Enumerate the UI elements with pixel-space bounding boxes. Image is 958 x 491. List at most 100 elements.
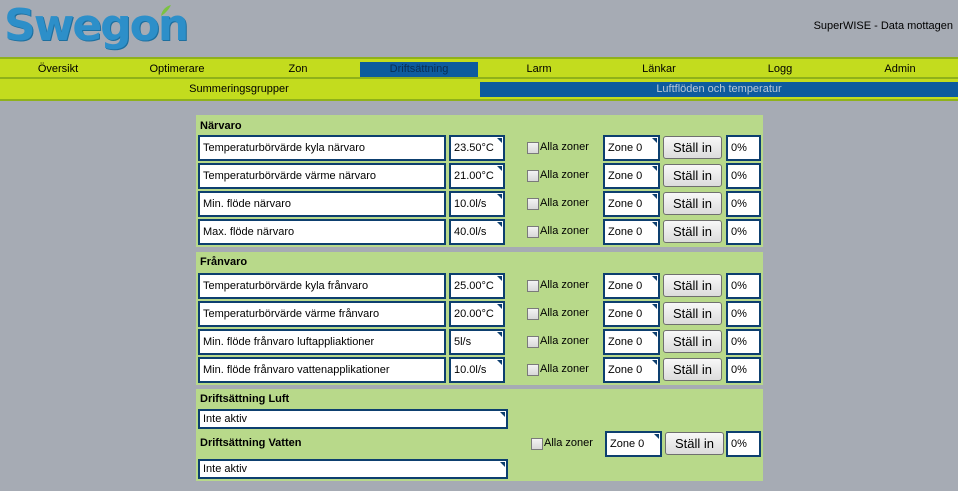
dropdown-corner-icon: [652, 360, 657, 365]
nav-admin[interactable]: Admin: [842, 62, 958, 77]
narvaro-panel: Närvaro Temperaturbörvärde kyla närvaro 2…: [196, 115, 763, 247]
subnav-luftfloden[interactable]: Luftflöden och temperatur: [480, 82, 958, 97]
alla-zoner-checkbox[interactable]: [527, 364, 539, 376]
subnav-summeringsgrupper[interactable]: Summeringsgrupper: [0, 82, 478, 97]
dropdown-corner-icon: [497, 360, 502, 365]
param-value-select[interactable]: 21.00°C: [449, 163, 505, 189]
param-row: Temperaturbörvärde värme närvaro 21.00°C A…: [196, 163, 763, 189]
zone-select[interactable]: Zone 0: [603, 357, 660, 383]
zone-select[interactable]: Zone 0: [603, 329, 660, 355]
nav-oversikt[interactable]: Översikt: [0, 62, 116, 77]
alla-zoner-checkbox[interactable]: [531, 438, 543, 450]
dropdown-corner-icon: [497, 332, 502, 337]
pct-field: 0%: [726, 431, 761, 457]
zone-value: Zone 0: [610, 438, 645, 450]
stall-in-button[interactable]: Ställ in: [663, 220, 722, 243]
nav-logg[interactable]: Logg: [720, 62, 840, 77]
param-value-select[interactable]: 25.00°C: [449, 273, 505, 299]
zone-value: Zone 0: [608, 170, 643, 182]
stall-in-button[interactable]: Ställ in: [665, 432, 724, 455]
alla-zoner-label: Alla zoner: [540, 307, 589, 319]
vatten-controls: Alla zoner Zone 0 Ställ in 0%: [196, 431, 763, 457]
main-nav: Översikt Optimerare Zon Driftsättning La…: [0, 57, 958, 79]
stall-in-button[interactable]: Ställ in: [663, 136, 722, 159]
status-text: SuperWISE - Data mottagen: [813, 20, 953, 32]
stall-in-button[interactable]: Ställ in: [663, 302, 722, 325]
param-value-select[interactable]: 10.0l/s: [449, 191, 505, 217]
stall-in-button[interactable]: Ställ in: [663, 358, 722, 381]
dropdown-corner-icon: [652, 304, 657, 309]
zone-select[interactable]: Zone 0: [603, 273, 660, 299]
param-value: 10.0l/s: [454, 198, 487, 210]
param-value: 5l/s: [454, 336, 472, 348]
zone-value: Zone 0: [608, 198, 643, 210]
alla-zoner-checkbox[interactable]: [527, 336, 539, 348]
param-row: Max. flöde närvaro 40.0l/s Alla zoner Zone …: [196, 219, 763, 245]
pct-field: 0%: [726, 301, 761, 327]
param-value-select[interactable]: 23.50°C: [449, 135, 505, 161]
dropdown-corner-icon: [497, 276, 502, 281]
nav-lankar[interactable]: Länkar: [600, 62, 718, 77]
dropdown-corner-icon: [652, 276, 657, 281]
alla-zoner-label: Alla zoner: [540, 225, 589, 237]
zone-select[interactable]: Zone 0: [605, 431, 662, 457]
param-row: Min. flöde frånvaro vattenapplikationer 1…: [196, 357, 763, 383]
zone-select[interactable]: Zone 0: [603, 163, 660, 189]
dropdown-corner-icon: [500, 412, 505, 417]
param-value: 23.50°C: [454, 142, 494, 154]
alla-zoner-checkbox[interactable]: [527, 308, 539, 320]
param-value: 10.0l/s: [454, 364, 487, 376]
commissioning-panel: Driftsättning Luft Inte aktiv Driftsättn…: [196, 389, 763, 481]
stall-in-button[interactable]: Ställ in: [663, 330, 722, 353]
alla-zoner-checkbox[interactable]: [527, 226, 539, 238]
pct-field: 0%: [726, 357, 761, 383]
driftsattning-luft-value: Inte aktiv: [203, 413, 248, 425]
param-value-select[interactable]: 5l/s: [449, 329, 505, 355]
dropdown-corner-icon: [652, 194, 657, 199]
pct-field: 0%: [726, 329, 761, 355]
nav-optimerare[interactable]: Optimerare: [118, 62, 236, 77]
zone-select[interactable]: Zone 0: [603, 135, 660, 161]
driftsattning-luft-select[interactable]: Inte aktiv: [198, 409, 508, 429]
driftsattning-vatten-select[interactable]: Inte aktiv: [198, 459, 508, 479]
leaf-icon: [161, 5, 171, 16]
alla-zoner-checkbox[interactable]: [527, 142, 539, 154]
nav-driftsattning[interactable]: Driftsättning: [360, 62, 478, 77]
driftsattning-luft-title: Driftsättning Luft: [200, 393, 290, 405]
param-label: Min. flöde frånvaro vattenapplikationer: [198, 357, 446, 383]
param-row: Temperaturbörvärde värme frånvaro 20.00°C…: [196, 301, 763, 327]
alla-zoner-label: Alla zoner: [540, 141, 589, 153]
zone-select[interactable]: Zone 0: [603, 301, 660, 327]
alla-zoner-checkbox[interactable]: [527, 170, 539, 182]
dropdown-corner-icon: [652, 332, 657, 337]
param-value-select[interactable]: 10.0l/s: [449, 357, 505, 383]
alla-zoner-label: Alla zoner: [544, 437, 593, 449]
stall-in-button[interactable]: Ställ in: [663, 164, 722, 187]
pct-field: 0%: [726, 163, 761, 189]
dropdown-corner-icon: [497, 304, 502, 309]
zone-select[interactable]: Zone 0: [603, 219, 660, 245]
param-value: 20.00°C: [454, 308, 494, 320]
pct-field: 0%: [726, 219, 761, 245]
param-value-select[interactable]: 40.0l/s: [449, 219, 505, 245]
dropdown-corner-icon: [652, 222, 657, 227]
nav-zon[interactable]: Zon: [238, 62, 358, 77]
param-row: Min. flöde frånvaro luftappliaktioner 5l/…: [196, 329, 763, 355]
stall-in-button[interactable]: Ställ in: [663, 274, 722, 297]
param-value-select[interactable]: 20.00°C: [449, 301, 505, 327]
param-label: Min. flöde närvaro: [198, 191, 446, 217]
alla-zoner-label: Alla zoner: [540, 197, 589, 209]
zone-value: Zone 0: [608, 336, 643, 348]
header: Swegon SuperWISE - Data mottagen: [0, 0, 958, 57]
alla-zoner-label: Alla zoner: [540, 363, 589, 375]
pct-field: 0%: [726, 135, 761, 161]
stall-in-button[interactable]: Ställ in: [663, 192, 722, 215]
alla-zoner-checkbox[interactable]: [527, 280, 539, 292]
sub-nav: Summeringsgrupper Luftflöden och tempera…: [0, 79, 958, 101]
param-label: Min. flöde frånvaro luftappliaktioner: [198, 329, 446, 355]
zone-value: Zone 0: [608, 364, 643, 376]
alla-zoner-checkbox[interactable]: [527, 198, 539, 210]
zone-select[interactable]: Zone 0: [603, 191, 660, 217]
dropdown-corner-icon: [497, 194, 502, 199]
nav-larm[interactable]: Larm: [480, 62, 598, 77]
